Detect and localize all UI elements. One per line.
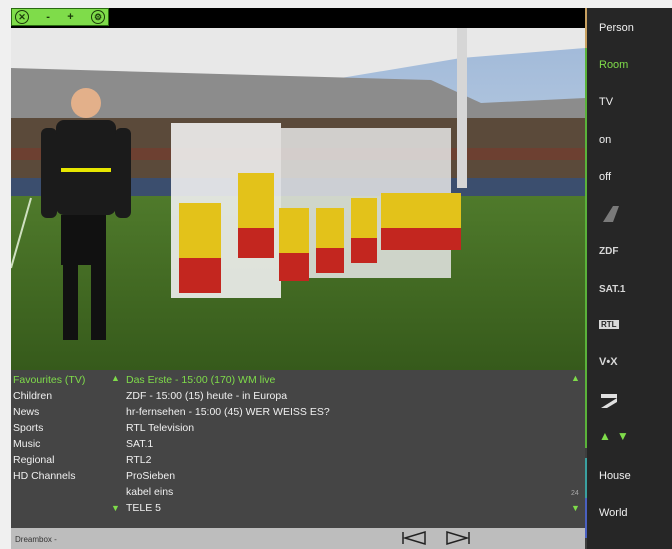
vox-logo-icon[interactable]: V•X [599, 356, 618, 368]
sidebar-item-on[interactable]: on [599, 130, 611, 150]
sidebar-accent [585, 458, 587, 498]
channel-item[interactable]: Das Erste - 15:00 (170) WM live [126, 372, 330, 388]
sidebar-item-house[interactable]: House [599, 466, 631, 486]
channel-count: 24 [571, 490, 579, 497]
sidebar-item-world[interactable]: World [599, 503, 628, 523]
channel-item[interactable]: SAT.1 [126, 436, 330, 452]
channel-list: Das Erste - 15:00 (170) WM live ZDF - 15… [126, 372, 330, 516]
list-down-icon[interactable]: ▼ [571, 503, 580, 513]
category-item[interactable]: Regional [13, 452, 85, 468]
category-item[interactable]: Music [13, 436, 85, 452]
channel-item[interactable]: RTL Television [126, 420, 330, 436]
scroll-down-icon[interactable]: ▼ [111, 503, 120, 513]
list-up-icon[interactable]: ▲ [571, 373, 580, 383]
rtl-logo-icon[interactable]: RTL [599, 320, 619, 329]
sidebar-item-tv[interactable]: TV [599, 92, 613, 112]
category-list: Favourites (TV) Children News Sports Mus… [13, 372, 85, 484]
category-item[interactable]: Favourites (TV) [13, 372, 85, 388]
channel-down-icon[interactable]: ▼ [617, 429, 635, 443]
sidebar-accent [585, 8, 587, 48]
sidebar-item-room[interactable]: Room [599, 55, 628, 75]
channel-nav-arrows: ▲▼ [599, 426, 635, 446]
sat1-logo-icon[interactable]: SAT.1 [599, 284, 626, 295]
category-item[interactable]: News [13, 404, 85, 420]
zdf-logo-icon[interactable]: ZDF [599, 246, 618, 257]
sidebar-accent [585, 48, 587, 448]
sidebar: Person Room TV on off ZDF SAT.1 RTL V•X … [585, 8, 672, 549]
category-item[interactable]: Sports [13, 420, 85, 436]
category-item[interactable]: Children [13, 388, 85, 404]
pro7-logo-icon[interactable] [599, 392, 619, 410]
channel-panel: Favourites (TV) Children News Sports Mus… [11, 370, 585, 528]
sidebar-accent [585, 498, 587, 538]
das-erste-logo-icon[interactable] [599, 204, 625, 224]
settings-icon[interactable]: ⚙ [91, 10, 105, 24]
video-frame [11, 28, 585, 370]
previous-icon[interactable] [401, 531, 427, 545]
channel-item[interactable]: RTL2 [126, 452, 330, 468]
sidebar-item-off[interactable]: off [599, 167, 611, 187]
channel-item[interactable]: ZDF - 15:00 (15) heute - in Europa [126, 388, 330, 404]
category-item[interactable]: HD Channels [13, 468, 85, 484]
sidebar-item-person[interactable]: Person [599, 18, 634, 38]
close-icon[interactable]: ✕ [15, 10, 29, 24]
video-player[interactable]: ✕ - + ⚙ [11, 8, 585, 370]
device-name: Dreambox - [15, 535, 57, 544]
volume-down-button[interactable]: - [46, 11, 50, 23]
app-window: ✕ - + ⚙ Favourites (TV) Children News Sp… [0, 0, 672, 549]
channel-item[interactable]: hr-fernsehen - 15:00 (45) WER WEISS ES? [126, 404, 330, 420]
channel-item[interactable]: TELE 5 [126, 500, 330, 516]
channel-item[interactable]: ProSieben [126, 468, 330, 484]
channel-item[interactable]: kabel eins [126, 484, 330, 500]
volume-up-button[interactable]: + [67, 11, 73, 23]
status-bar: Dreambox - [11, 528, 585, 549]
scroll-up-icon[interactable]: ▲ [111, 373, 120, 383]
channel-up-icon[interactable]: ▲ [599, 429, 617, 443]
player-controls: ✕ - + ⚙ [11, 8, 109, 26]
next-icon[interactable] [445, 531, 471, 545]
